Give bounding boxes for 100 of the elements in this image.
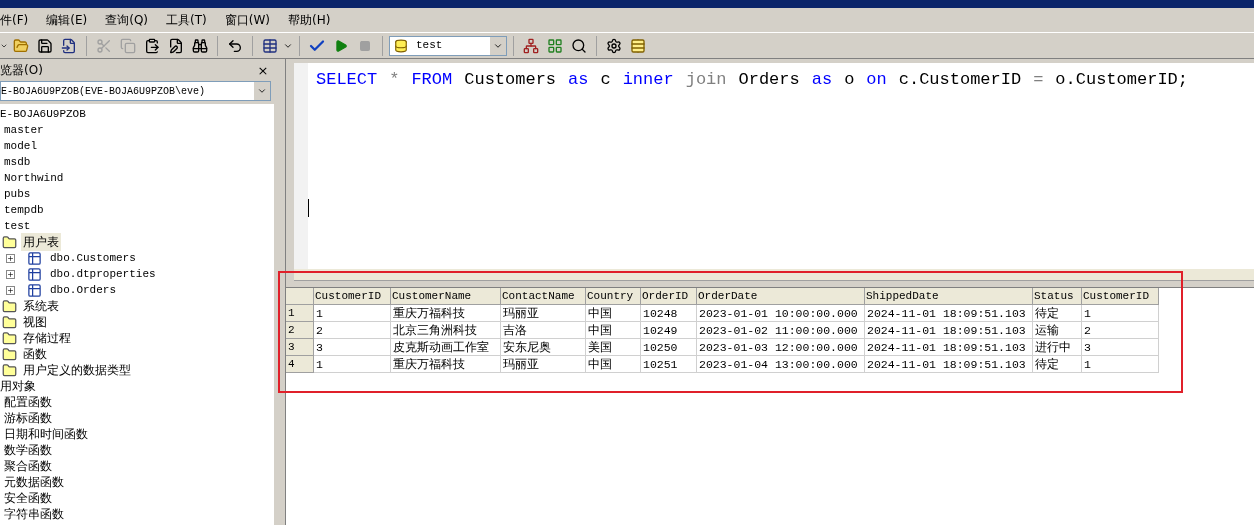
menu-item[interactable]: 查询(Q)	[105, 11, 149, 29]
settings-icon	[606, 37, 622, 54]
row-number[interactable]: 1	[286, 305, 314, 322]
column-header[interactable]: OrderDate	[697, 288, 865, 305]
tree-item[interactable]: 系统表	[21, 297, 61, 315]
tree-item[interactable]: master	[4, 121, 44, 139]
tree-item[interactable]: E-BOJA6U9PZOB	[0, 105, 86, 123]
sql-token: on	[866, 69, 887, 91]
column-header[interactable]: ShippedDate	[865, 288, 1033, 305]
table-cell: 中国	[586, 356, 641, 373]
sql-token: as	[568, 69, 589, 91]
tree-item[interactable]: model	[4, 137, 37, 155]
table-cell: 3	[1082, 339, 1159, 356]
table-cell: 中国	[586, 305, 641, 322]
folder-icon	[13, 37, 29, 54]
menu-item[interactable]: 编辑(E)	[46, 11, 88, 29]
expand-icon[interactable]	[6, 285, 15, 295]
row-number[interactable]: 2	[286, 322, 314, 339]
column-header[interactable]: Status	[1033, 288, 1082, 305]
clipboard-icon	[144, 37, 160, 54]
table-cell: 2024-11-01 18:09:51.103	[865, 305, 1033, 322]
database-dropdown[interactable]: test	[389, 35, 507, 56]
row-number[interactable]: 3	[286, 339, 314, 356]
tree-item[interactable]: dbo.dtproperties	[50, 265, 156, 283]
sql-token: Orders	[738, 69, 800, 91]
tree-item[interactable]: 函数	[21, 345, 49, 363]
expand-icon[interactable]	[6, 253, 15, 263]
query-editor[interactable]: SELECT * FROM Customers as c inner join Orders as o on c.CustomerID = o.CustomerID;	[294, 63, 1254, 269]
menu-item[interactable]: 帮助(H)	[287, 11, 331, 29]
expand-icon[interactable]	[6, 269, 15, 279]
folder-icon	[2, 346, 17, 362]
column-header[interactable]: CustomerName	[391, 288, 501, 305]
table-cell: 2	[314, 322, 391, 339]
tree-item[interactable]: 聚合函数	[4, 457, 52, 475]
tree-item[interactable]: pubs	[4, 185, 31, 203]
tree-item[interactable]: 视图	[21, 313, 49, 331]
column-header[interactable]: ContactName	[501, 288, 586, 305]
tree-item[interactable]: 元数据函数	[4, 473, 64, 491]
folder-icon	[2, 234, 17, 250]
server-name: E-BOJA6U9PZOB(EVE-BOJA6U9PZOB\eve)	[1, 84, 207, 99]
column-header[interactable]: OrderID	[641, 288, 697, 305]
tree-item[interactable]: 安全函数	[4, 489, 52, 507]
tree-item[interactable]: 存储过程	[21, 329, 73, 347]
row-number[interactable]: 4	[286, 356, 314, 373]
folder-icon	[2, 314, 17, 330]
server-dropdown[interactable]: E-BOJA6U9PZOB(EVE-BOJA6U9PZOB\eve)	[0, 81, 271, 101]
table-icon	[630, 37, 646, 54]
menu-item[interactable]: 工具(T)	[166, 11, 207, 29]
column-header[interactable]: Country	[586, 288, 641, 305]
table-cell: 1	[314, 356, 391, 373]
table-cell: 中国	[586, 322, 641, 339]
sql-token: o.CustomerID;	[1055, 69, 1188, 91]
table-cell: 北京三角洲科技	[391, 322, 501, 339]
table-icon	[27, 282, 42, 298]
table-cell: 玛丽亚	[501, 305, 586, 322]
text-cursor	[308, 199, 309, 217]
hierarchy-icon	[523, 37, 539, 54]
table-cell: 10249	[641, 322, 697, 339]
tree-item[interactable]: msdb	[4, 153, 31, 171]
tree-item[interactable]: 配置函数	[4, 393, 52, 411]
tree-item[interactable]: dbo.Customers	[50, 249, 136, 267]
column-header[interactable]: CustomerID	[314, 288, 391, 305]
table-cell: 1	[314, 305, 391, 322]
sql-token: *	[389, 69, 400, 91]
column-header[interactable]: CustomerID	[1082, 288, 1159, 305]
document-arrow-icon	[61, 37, 77, 54]
binoculars-icon	[192, 37, 208, 54]
tree-item[interactable]: 用户定义的数据类型	[21, 361, 133, 379]
caret-icon	[257, 86, 267, 96]
table-cell: 2023-01-04 13:00:00.000	[697, 356, 865, 373]
tree-item[interactable]: tempdb	[4, 201, 44, 219]
tree-item[interactable]: Northwind	[4, 169, 64, 187]
tree-item[interactable]: test	[4, 217, 31, 235]
folder-icon	[2, 362, 17, 378]
folder-icon	[2, 298, 17, 314]
save-icon	[37, 37, 53, 54]
sql-token: c.CustomerID	[898, 69, 1022, 91]
tree-item[interactable]: 数学函数	[4, 441, 52, 459]
tree-item[interactable]: 字符串函数	[4, 505, 64, 523]
table-cell: 吉洛	[501, 322, 586, 339]
grid-icon	[262, 37, 278, 54]
tree-item[interactable]: 用户表	[21, 233, 61, 251]
table-icon	[27, 266, 42, 282]
table-cell: 1	[1082, 305, 1159, 322]
tree-item[interactable]: dbo.Orders	[50, 281, 116, 299]
table-cell: 10248	[641, 305, 697, 322]
table-cell: 2024-11-01 18:09:51.103	[865, 322, 1033, 339]
tree-item[interactable]: 日期和时间函数	[4, 425, 88, 443]
close-button[interactable]: ×	[255, 63, 271, 77]
tree-item[interactable]: 游标函数	[4, 409, 52, 427]
table-icon	[27, 250, 42, 266]
sql-token: =	[1033, 69, 1044, 91]
tree-item[interactable]: 用对象	[0, 377, 36, 395]
menu-item[interactable]: 件(F)	[0, 11, 29, 29]
table-cell: 1	[1082, 356, 1159, 373]
stop-icon	[359, 39, 371, 52]
table-cell: 待定	[1033, 356, 1082, 373]
sql-token: FROM	[411, 69, 453, 91]
menu-item[interactable]: 窗口(W)	[224, 11, 270, 29]
table-cell: 重庆万福科技	[391, 356, 501, 373]
